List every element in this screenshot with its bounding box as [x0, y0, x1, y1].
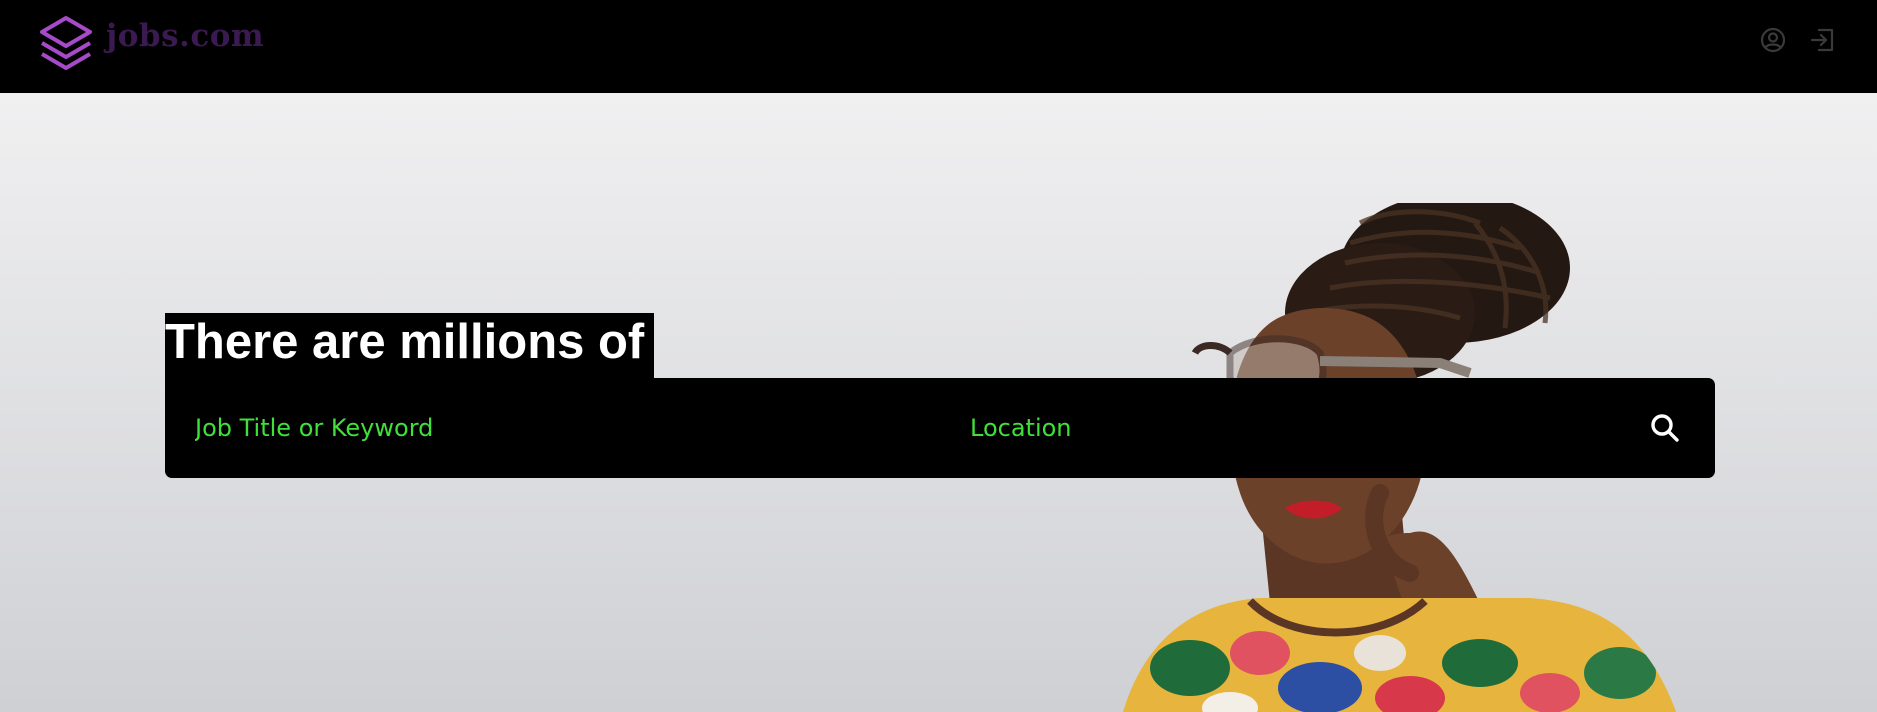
search-icon: [1651, 414, 1679, 442]
user-circle-icon[interactable]: [1759, 26, 1787, 54]
stacked-layers-icon: [40, 16, 92, 70]
site-logo-link[interactable]: jobs.com: [36, 14, 264, 74]
search-button[interactable]: [1645, 408, 1685, 448]
job-search-form: [165, 378, 1715, 478]
job-keyword-input[interactable]: [195, 378, 915, 478]
header-actions: [1759, 26, 1837, 54]
logo-text: jobs.com: [106, 18, 265, 54]
sign-in-icon[interactable]: [1809, 26, 1837, 54]
location-input[interactable]: [970, 378, 1570, 478]
top-navigation-bar: jobs.com: [0, 0, 1877, 93]
